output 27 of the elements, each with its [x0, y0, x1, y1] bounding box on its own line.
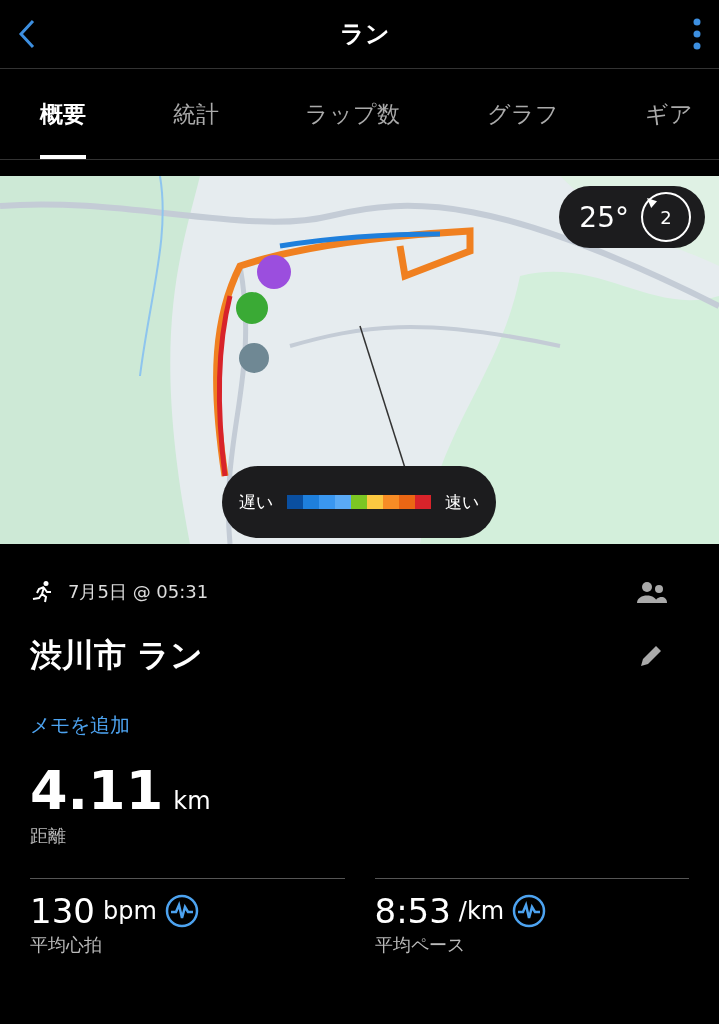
activity-date: 7月5日 @ 05:31 — [68, 580, 209, 604]
stat-value: 130 — [30, 891, 95, 931]
people-icon[interactable] — [637, 581, 667, 603]
distance-label: 距離 — [30, 824, 66, 848]
back-icon[interactable] — [18, 19, 36, 49]
distance-value: 4.11 — [30, 759, 164, 822]
edit-icon[interactable] — [639, 644, 663, 668]
screen-title: ラン — [339, 19, 390, 50]
activity-name: 渋川市 ラン — [30, 635, 204, 676]
stat-label: 平均心拍 — [30, 933, 102, 957]
temperature: 25° — [579, 200, 629, 234]
slow-label: 遅い — [239, 490, 273, 514]
stat-value: 8:53 — [374, 891, 451, 931]
distance-unit: km — [173, 787, 211, 815]
tab[interactable]: ギア — [645, 69, 693, 159]
stat-unit: /km — [458, 897, 505, 925]
stat-unit: bpm — [102, 897, 157, 925]
wind-speed: 2 — [660, 206, 672, 228]
tab[interactable]: 統計 — [172, 69, 219, 159]
runner-icon — [30, 580, 54, 604]
more-icon[interactable] — [693, 18, 701, 50]
tab[interactable]: 概要 — [40, 69, 86, 159]
stat-label: 平均ペース — [374, 933, 465, 957]
fast-label: 速い — [445, 490, 479, 514]
tab[interactable]: ラップ数 — [305, 69, 400, 159]
add-note-link[interactable]: メモを追加 — [30, 712, 130, 739]
tab[interactable]: グラフ — [486, 69, 559, 159]
